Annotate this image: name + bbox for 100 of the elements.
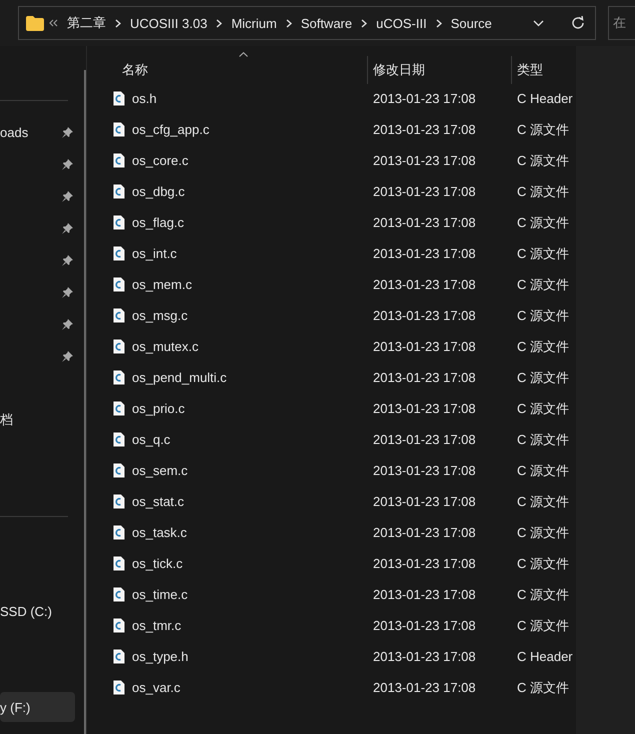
modified-date: 2013-01-23 17:08: [372, 432, 477, 447]
file-type: C 源文件: [516, 214, 570, 232]
sidebar-item[interactable]: 档: [0, 404, 75, 436]
file-name[interactable]: os_q.c: [132, 432, 170, 447]
modified-date: 2013-01-23 17:08: [372, 91, 477, 106]
pin-icon[interactable]: [62, 127, 73, 138]
file-type: C Header: [516, 91, 574, 106]
c-file-icon: [113, 680, 125, 695]
breadcrumb[interactable]: Source: [450, 16, 492, 30]
file-type: C 源文件: [516, 368, 570, 386]
overflow-chevron-icon[interactable]: [49, 19, 58, 27]
file-name[interactable]: os_mem.c: [132, 277, 192, 292]
file-name[interactable]: os_int.c: [132, 246, 177, 261]
dropdown-chevron-icon[interactable]: [533, 20, 544, 26]
file-name[interactable]: os_dbg.c: [132, 184, 185, 199]
modified-date: 2013-01-23 17:08: [372, 587, 477, 602]
c-file-icon: [113, 122, 125, 137]
file-name[interactable]: os_tmr.c: [132, 618, 182, 633]
c-file-icon: [113, 525, 125, 540]
modified-date: 2013-01-23 17:08: [372, 339, 477, 354]
c-file-icon: [113, 246, 125, 261]
file-name[interactable]: os_mutex.c: [132, 339, 198, 354]
c-file-icon: [113, 308, 125, 323]
c-file-icon: [113, 463, 125, 478]
pin-icon[interactable]: [62, 159, 73, 170]
pin-icon[interactable]: [62, 319, 73, 330]
modified-date: 2013-01-23 17:08: [372, 401, 477, 416]
c-file-icon: [113, 649, 125, 664]
breadcrumb[interactable]: 第二章: [67, 14, 106, 32]
file-type: C 源文件: [516, 120, 570, 138]
modified-date: 2013-01-23 17:08: [372, 649, 477, 664]
c-file-icon: [113, 618, 125, 633]
chevron-right-icon[interactable]: [216, 18, 222, 28]
modified-date: 2013-01-23 17:08: [372, 463, 477, 478]
file-name[interactable]: os_time.c: [132, 587, 188, 602]
c-file-icon: [113, 370, 125, 385]
file-name[interactable]: os_pend_multi.c: [132, 370, 227, 385]
modified-date: 2013-01-23 17:08: [372, 122, 477, 137]
file-name[interactable]: os_stat.c: [132, 494, 184, 509]
c-file-icon: [113, 556, 125, 571]
modified-date: 2013-01-23 17:08: [372, 184, 477, 199]
c-file-icon: [113, 339, 125, 354]
file-name[interactable]: os_cfg_app.c: [132, 122, 210, 137]
file-type: C 源文件: [516, 276, 570, 294]
c-file-icon: [113, 494, 125, 509]
file-name[interactable]: os_prio.c: [132, 401, 185, 416]
file-type: C 源文件: [516, 586, 570, 604]
file-name[interactable]: os.h: [132, 91, 157, 106]
file-type: C 源文件: [516, 244, 570, 262]
chevron-right-icon[interactable]: [361, 18, 368, 28]
modified-date: 2013-01-23 17:08: [372, 308, 477, 323]
breadcrumb[interactable]: Micrium: [231, 16, 277, 30]
modified-date: 2013-01-23 17:08: [372, 556, 477, 571]
chevron-right-icon[interactable]: [115, 18, 121, 28]
file-type: C 源文件: [516, 462, 570, 480]
file-name[interactable]: os_sem.c: [132, 463, 188, 478]
pin-icon[interactable]: [62, 191, 73, 202]
c-file-icon: [113, 184, 125, 199]
chevron-right-icon[interactable]: [286, 18, 292, 28]
file-name[interactable]: os_msg.c: [132, 308, 188, 323]
file-name[interactable]: os_core.c: [132, 153, 188, 168]
pin-icon[interactable]: [62, 351, 73, 362]
file-type: C Header: [516, 649, 574, 664]
file-type: C 源文件: [516, 616, 570, 634]
column-header[interactable]: 名称: [87, 56, 367, 84]
modified-date: 2013-01-23 17:08: [372, 370, 477, 385]
breadcrumb[interactable]: UCOSIII 3.03: [130, 16, 208, 30]
pin-icon[interactable]: [62, 255, 73, 266]
pin-icon[interactable]: [62, 287, 73, 298]
c-file-icon: [113, 153, 125, 168]
pin-icon[interactable]: [62, 223, 73, 234]
file-name[interactable]: os_flag.c: [132, 215, 184, 230]
sort-caret-icon: [239, 52, 248, 57]
c-file-icon: [113, 432, 125, 447]
file-name[interactable]: os_var.c: [132, 680, 180, 695]
c-file-icon: [113, 277, 125, 292]
address-bar[interactable]: 第二章 UCOSIII 3.03 Micrium Software uCOS-III Source: [18, 6, 596, 40]
breadcrumb[interactable]: uCOS-III: [376, 16, 427, 30]
file-type: C 源文件: [516, 554, 570, 572]
column-header[interactable]: 修改日期: [367, 56, 511, 84]
sidebar-item[interactable]: SSD (C:): [0, 595, 75, 627]
file-type: C 源文件: [516, 430, 570, 448]
sidebar-item[interactable]: oads: [0, 116, 75, 148]
c-file-icon: [113, 91, 125, 106]
modified-date: 2013-01-23 17:08: [372, 494, 477, 509]
file-type: C 源文件: [516, 182, 570, 200]
file-type: C 源文件: [516, 492, 570, 510]
file-type: C 源文件: [516, 400, 570, 418]
modified-date: 2013-01-23 17:08: [372, 277, 477, 292]
chevron-right-icon[interactable]: [436, 18, 442, 28]
file-name[interactable]: os_tick.c: [132, 556, 183, 571]
modified-date: 2013-01-23 17:08: [372, 680, 477, 695]
refresh-icon[interactable]: [571, 16, 585, 30]
search-field[interactable]: 在: [608, 6, 635, 40]
file-name[interactable]: os_task.c: [132, 525, 187, 540]
c-file-icon: [113, 587, 125, 602]
file-type: C 源文件: [516, 152, 570, 170]
breadcrumb[interactable]: Software: [300, 16, 352, 30]
file-name[interactable]: os_type.h: [132, 649, 188, 664]
sidebar-item[interactable]: y (F:): [0, 692, 75, 722]
